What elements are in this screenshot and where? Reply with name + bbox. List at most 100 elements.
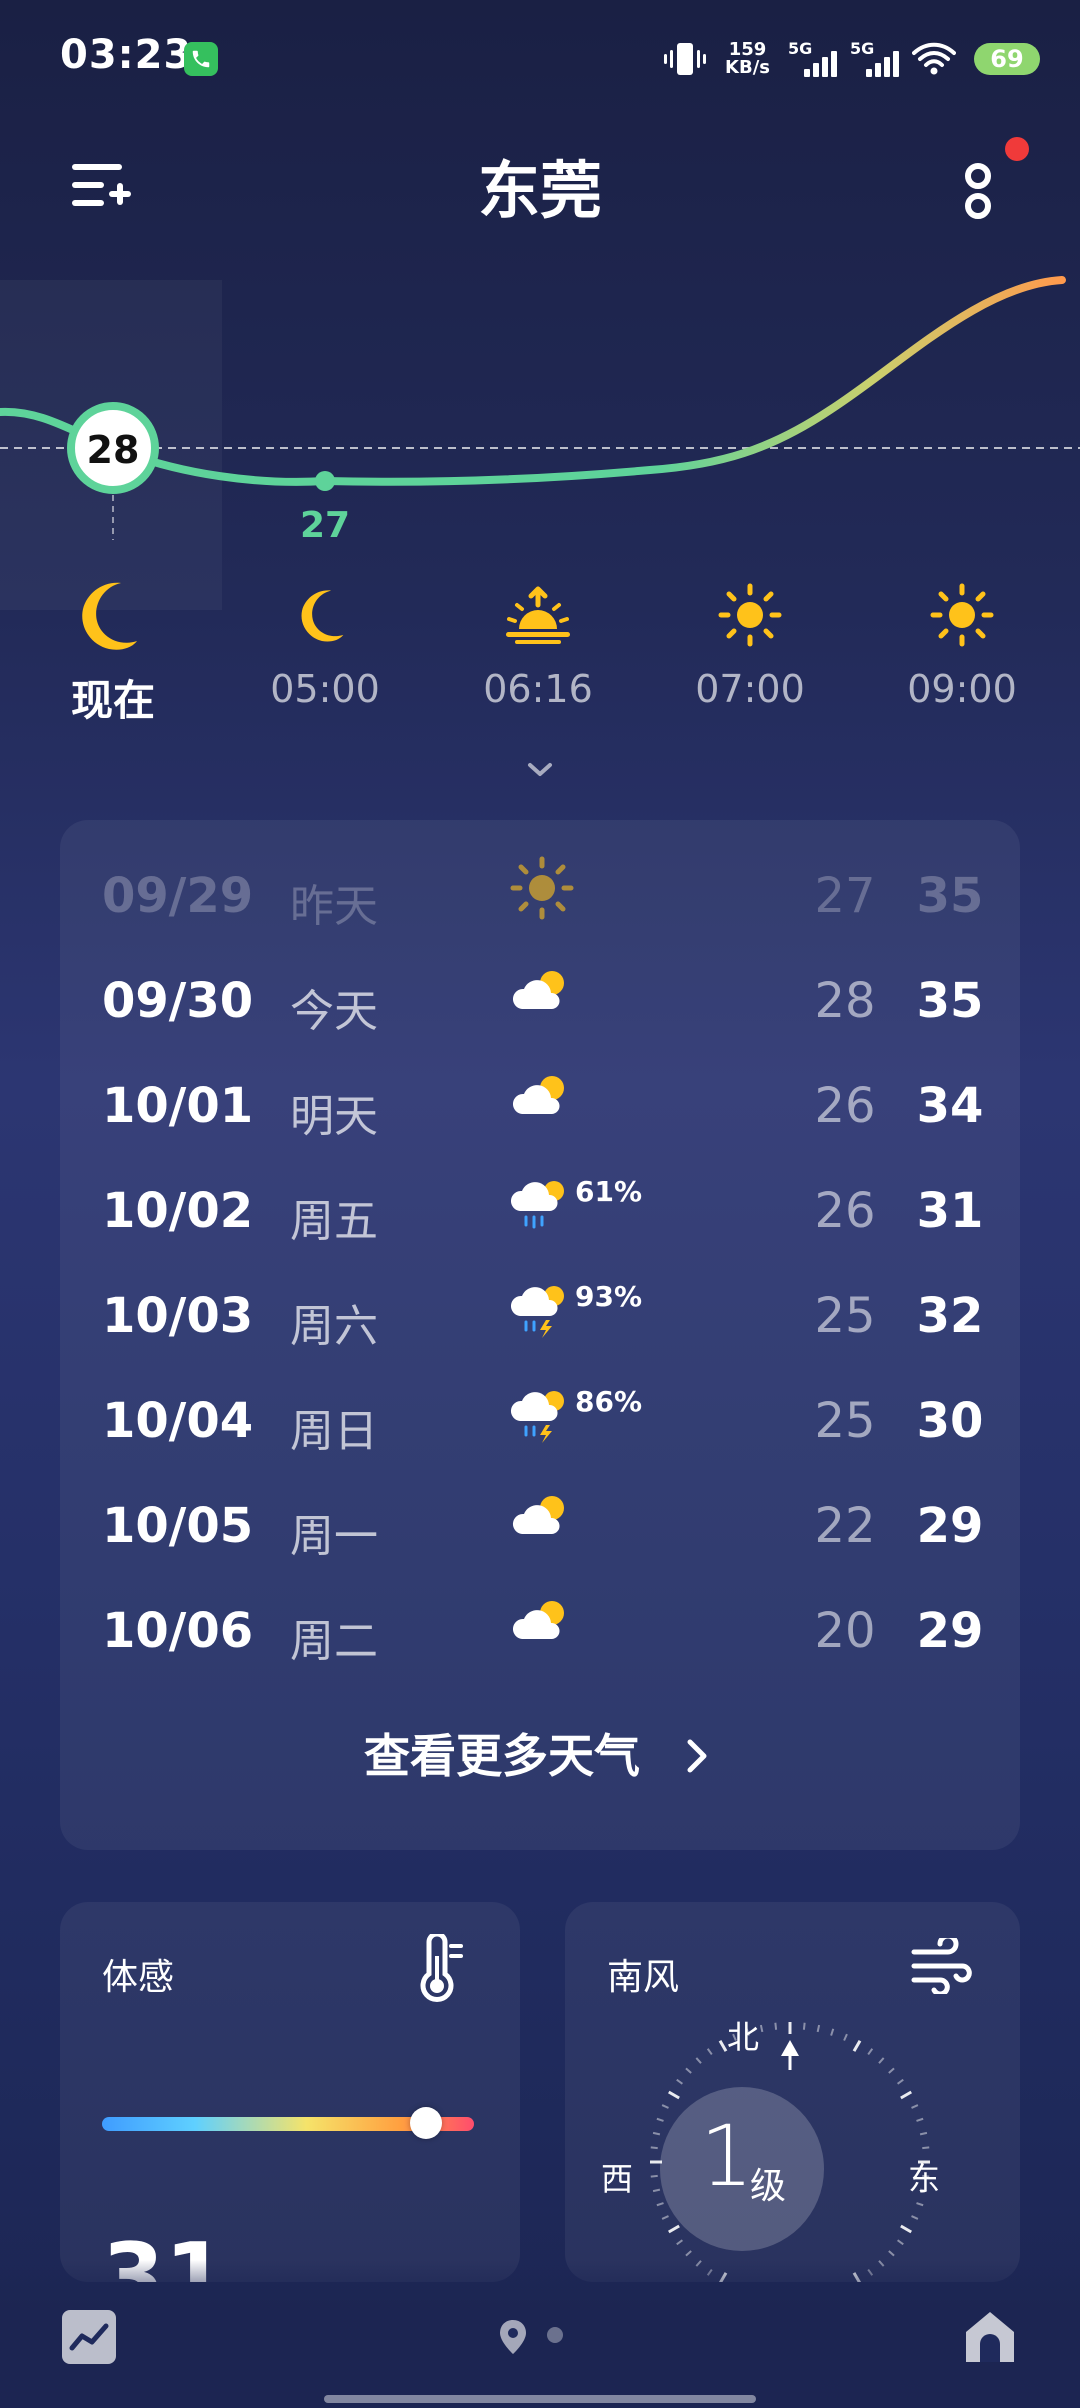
compass-tick	[900, 2090, 912, 2100]
day-high-temp: 35	[916, 868, 984, 924]
phone-call-icon	[184, 42, 218, 76]
hour-time: 09:00	[907, 667, 1017, 711]
daily-forecast-row[interactable]: 09/29 昨天 27 35	[60, 848, 1020, 953]
compass-tick	[650, 2174, 658, 2178]
daily-forecast-row[interactable]: 10/01 明天 26 34	[60, 1058, 1020, 1163]
compass-north-label: 北	[727, 2018, 760, 2056]
home-button[interactable]	[962, 2308, 1018, 2366]
wind-card[interactable]: 南风 1 级 北 西 东	[565, 1902, 1020, 2282]
day-label: 周五	[290, 1196, 378, 1247]
compass-tick	[656, 2202, 664, 2207]
day-label: 周六	[290, 1301, 378, 1352]
daily-forecast-row[interactable]: 10/03 周六 93% 25 32	[60, 1268, 1020, 1373]
partly-cloudy-icon	[510, 1066, 590, 1146]
gesture-home-indicator[interactable]	[324, 2395, 756, 2403]
day-low-temp: 26	[814, 1183, 876, 1239]
daily-forecast-row[interactable]: 10/02 周五 61% 26 31	[60, 1163, 1020, 1268]
feels-like-indicator	[409, 2107, 442, 2139]
chevron-right-icon	[687, 1739, 707, 1773]
day-high-temp: 32	[916, 1288, 984, 1344]
precipitation-probability: 93%	[575, 1280, 643, 1313]
partly-cloudy-icon	[510, 1591, 590, 1671]
temperature-line	[0, 276, 1066, 486]
location-pin-icon[interactable]	[498, 2318, 528, 2356]
expand-hourly-button[interactable]	[520, 755, 560, 785]
compass-tick	[878, 2057, 885, 2064]
wind-direction-arrow	[781, 2040, 799, 2056]
compass-tick	[650, 2146, 658, 2150]
compass-tick	[759, 2024, 764, 2033]
partly-cloudy-icon	[510, 961, 590, 1041]
hourly-item: 05:00	[235, 575, 415, 711]
day-label: 今天	[290, 986, 378, 1037]
compass-tick	[718, 2040, 728, 2052]
hour-time: 现在	[70, 676, 155, 725]
daily-forecast-row[interactable]: 10/05 周一 22 29	[60, 1478, 1020, 1583]
day-high-temp: 35	[916, 973, 984, 1029]
compass-west-label: 西	[601, 2160, 634, 2198]
hour-time: 06:16	[483, 667, 593, 711]
thermometer-icon	[420, 1934, 463, 2002]
bottom-bar	[0, 2260, 1080, 2408]
hourly-item: 06:16	[448, 575, 628, 711]
compass-tick	[916, 2117, 924, 2122]
compass-tick	[661, 2215, 669, 2220]
city-title: 东莞	[477, 154, 602, 227]
next-temp-point	[315, 471, 335, 491]
compass-tick	[897, 2239, 904, 2246]
day-label: 明天	[290, 1091, 378, 1142]
status-time: 03:23	[60, 32, 193, 78]
wind-direction-title: 南风	[607, 1957, 680, 1998]
day-date: 09/29	[102, 868, 254, 924]
compass-tick	[706, 2048, 713, 2055]
compass-tick	[888, 2250, 895, 2257]
compass-tick	[919, 2131, 928, 2136]
wifi-icon	[912, 42, 956, 75]
day-label: 周二	[290, 1616, 378, 1667]
day-label: 昨天	[290, 881, 378, 932]
day-low-temp: 26	[814, 1078, 876, 1134]
day-low-temp: 20	[814, 1603, 876, 1659]
compass-tick	[656, 2117, 664, 2122]
compass-tick	[911, 2104, 919, 2109]
compass-tick	[888, 2067, 895, 2074]
signal-sim2-icon: 5G	[850, 39, 899, 79]
sunrise-icon	[506, 586, 570, 644]
day-low-temp: 22	[814, 1498, 876, 1554]
day-high-temp: 31	[916, 1183, 984, 1239]
compass-tick	[661, 2104, 669, 2109]
compass-tick	[830, 2028, 835, 2036]
wind-level-unit: 级	[750, 2166, 787, 2207]
page-indicator-dot[interactable]	[547, 2327, 563, 2343]
daily-forecast-row[interactable]: 10/04 周日 86% 25 30	[60, 1373, 1020, 1478]
more-dots-icon	[965, 163, 991, 219]
compass-tick	[685, 2250, 692, 2257]
compass-tick	[774, 2022, 778, 2030]
compass-tick	[922, 2146, 930, 2150]
partly-cloudy-icon	[510, 1486, 590, 1566]
compass-tick	[911, 2215, 919, 2220]
daily-forecast-row[interactable]: 09/30 今天 28 35	[60, 953, 1020, 1058]
status-bar: 03:23 159 KB/s 5G 5G 69	[0, 0, 1080, 120]
day-high-temp: 29	[916, 1498, 984, 1554]
more-weather-button[interactable]: 查看更多天气	[0, 1720, 1080, 1786]
notification-dot	[1005, 137, 1029, 161]
signal-sim1-icon: 5G	[788, 39, 837, 79]
day-date: 10/05	[102, 1498, 254, 1554]
day-low-temp: 28	[814, 973, 876, 1029]
day-date: 10/03	[102, 1288, 254, 1344]
compass-tick	[843, 2033, 848, 2041]
hour-time: 05:00	[270, 667, 380, 711]
compass-tick	[916, 2202, 924, 2207]
trend-button[interactable]	[62, 2310, 116, 2364]
day-low-temp: 25	[814, 1288, 876, 1344]
more-options-button[interactable]	[955, 150, 1005, 230]
compass-tick	[695, 2057, 702, 2064]
hourly-item: 09:00	[872, 575, 1052, 711]
day-low-temp: 27	[814, 868, 876, 924]
compass-tick	[900, 2224, 912, 2234]
compass-tick	[802, 2022, 806, 2030]
day-high-temp: 29	[916, 1603, 984, 1659]
daily-forecast-row[interactable]: 10/06 周二 20 29	[60, 1583, 1020, 1688]
feels-like-card[interactable]: 体感 31	[60, 1902, 520, 2282]
